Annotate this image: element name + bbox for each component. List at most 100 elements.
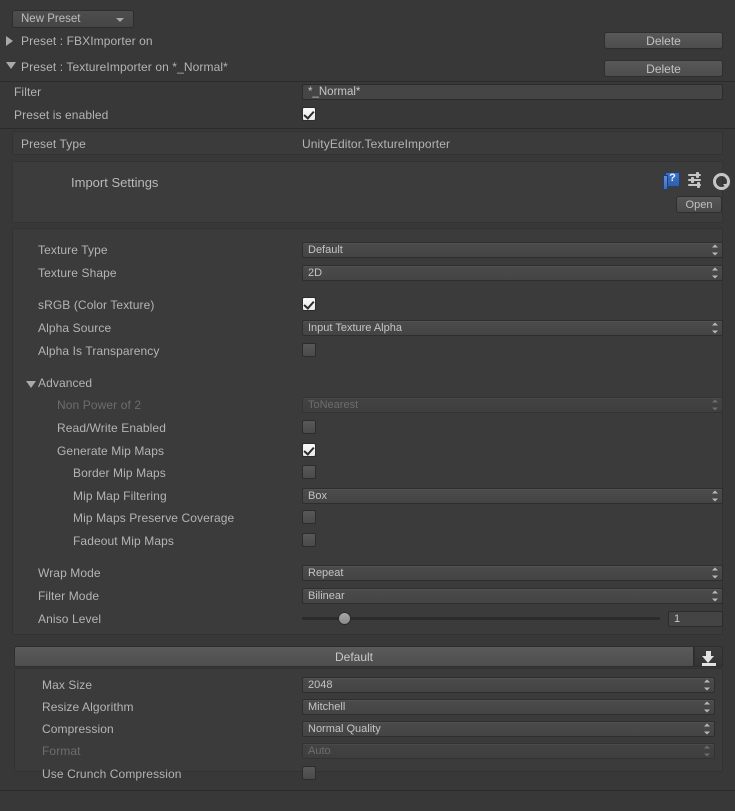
import-settings-title: Import Settings [71, 175, 158, 190]
advanced-label: Advanced [38, 376, 92, 390]
alpha-is-transparency-checkbox[interactable] [302, 343, 316, 357]
resize-algorithm-dropdown[interactable]: Mitchell [302, 699, 715, 715]
texture-type-value: Default [308, 244, 343, 256]
non-power-of-2-value: ToNearest [308, 399, 358, 411]
preset-type-value-row: UnityEditor.TextureImporter [302, 137, 450, 151]
filter-value: *_Normal* [308, 86, 360, 98]
srgb-row: sRGB (Color Texture) [38, 298, 154, 312]
wrap-mode-value: Repeat [308, 567, 343, 579]
mip-map-filtering-value: Box [308, 490, 327, 502]
preset-type-row: Preset Type [21, 137, 86, 151]
filter-mode-dropdown[interactable]: Bilinear [302, 588, 723, 604]
stepper-icon [711, 568, 718, 579]
compression-value: Normal Quality [308, 723, 381, 735]
stepper-icon [703, 724, 710, 735]
platform-tab-default[interactable]: Default [14, 646, 694, 667]
stepper-icon [703, 680, 710, 691]
texture-shape-dropdown[interactable]: 2D [302, 265, 723, 281]
texture-shape-value: 2D [308, 267, 322, 279]
stepper-icon [711, 268, 718, 279]
mip-maps-preserve-coverage-row: Mip Maps Preserve Coverage [73, 511, 234, 525]
alpha-is-transparency-label: Alpha Is Transparency [38, 344, 160, 358]
preset-enabled-row: Preset is enabled [14, 108, 108, 122]
preset-enabled-checkbox[interactable] [302, 107, 316, 121]
divider [0, 790, 735, 791]
generate-mip-maps-label: Generate Mip Maps [57, 444, 164, 458]
texture-type-dropdown[interactable]: Default [302, 242, 723, 258]
aniso-level-slider-track[interactable] [302, 617, 660, 620]
preset-row-1[interactable]: Preset : TextureImporter on *_Normal* [21, 60, 228, 74]
alpha-source-row: Alpha Source [38, 321, 111, 335]
use-crunch-compression-checkbox[interactable] [302, 766, 316, 780]
format-value: Auto [308, 745, 331, 757]
max-size-row: Max Size [42, 678, 92, 692]
max-size-label: Max Size [42, 678, 92, 692]
resize-algorithm-row: Resize Algorithm [42, 700, 134, 714]
help-book-icon[interactable] [665, 172, 680, 187]
texture-type-label: Texture Type [38, 243, 108, 257]
filter-label: Filter [14, 85, 41, 99]
gear-icon[interactable] [712, 172, 726, 186]
delete-button-0[interactable]: Delete [604, 32, 723, 49]
non-power-of-2-row: Non Power of 2 [57, 398, 141, 412]
srgb-checkbox[interactable] [302, 297, 316, 311]
open-button-label: Open [686, 199, 713, 211]
divider [0, 128, 735, 129]
compression-label: Compression [42, 722, 114, 736]
filter-input[interactable]: *_Normal* [302, 84, 723, 100]
stepper-icon [703, 746, 710, 757]
compression-row: Compression [42, 722, 114, 736]
advanced-foldout-icon[interactable] [26, 381, 36, 388]
format-dropdown: Auto [302, 743, 715, 759]
generate-mip-maps-row: Generate Mip Maps [57, 444, 164, 458]
preset-row-0[interactable]: Preset : FBXImporter on [21, 34, 153, 48]
non-power-of-2-label: Non Power of 2 [57, 398, 141, 412]
border-mip-maps-label: Border Mip Maps [73, 466, 166, 480]
border-mip-maps-checkbox[interactable] [302, 465, 316, 479]
preset-foldout-1-icon[interactable] [6, 62, 16, 69]
wrap-mode-label: Wrap Mode [38, 566, 101, 580]
mip-map-filtering-row: Mip Map Filtering [73, 489, 167, 503]
advanced-foldout[interactable]: Advanced [38, 376, 92, 390]
mip-maps-preserve-coverage-checkbox[interactable] [302, 510, 316, 524]
fadeout-mip-maps-label: Fadeout Mip Maps [73, 534, 174, 548]
generate-mip-maps-checkbox[interactable] [302, 443, 316, 457]
max-size-dropdown[interactable]: 2048 [302, 677, 715, 693]
preset-row-1-label: Preset : TextureImporter on *_Normal* [21, 60, 228, 74]
alpha-is-transparency-row: Alpha Is Transparency [38, 344, 160, 358]
fadeout-mip-maps-checkbox[interactable] [302, 533, 316, 547]
download-icon[interactable] [694, 646, 723, 667]
stepper-icon [711, 400, 718, 411]
mip-map-filtering-dropdown[interactable]: Box [302, 488, 723, 504]
alpha-source-label: Alpha Source [38, 321, 111, 335]
format-row: Format [42, 744, 81, 758]
open-button[interactable]: Open [676, 196, 722, 213]
preset-inspector-window: New Preset Preset : FBXImporter on Delet… [0, 0, 735, 811]
border-mip-maps-row: Border Mip Maps [73, 466, 166, 480]
stepper-icon [711, 245, 718, 256]
new-preset-label: New Preset [21, 13, 80, 25]
new-preset-dropdown[interactable]: New Preset [12, 10, 134, 28]
divider [0, 81, 735, 82]
preset-sliders-icon[interactable] [688, 172, 704, 187]
delete-button-1[interactable]: Delete [604, 60, 723, 77]
mip-maps-preserve-coverage-label: Mip Maps Preserve Coverage [73, 511, 234, 525]
aniso-level-label: Aniso Level [38, 612, 101, 626]
compression-dropdown[interactable]: Normal Quality [302, 721, 715, 737]
aniso-level-row: Aniso Level [38, 612, 101, 626]
delete-button-0-label: Delete [646, 34, 681, 48]
texture-type-row: Texture Type [38, 243, 108, 257]
stepper-icon [711, 591, 718, 602]
chevron-down-icon [116, 18, 124, 22]
preset-foldout-0-icon[interactable] [6, 36, 13, 46]
platform-tab-label: Default [335, 650, 373, 664]
read-write-enabled-label: Read/Write Enabled [57, 421, 166, 435]
filter-mode-row: Filter Mode [38, 589, 99, 603]
aniso-level-input[interactable]: 1 [668, 611, 723, 627]
read-write-enabled-checkbox[interactable] [302, 420, 316, 434]
stepper-icon [711, 491, 718, 502]
stepper-icon [703, 702, 710, 713]
format-label: Format [42, 744, 81, 758]
alpha-source-dropdown[interactable]: Input Texture Alpha [302, 320, 723, 336]
wrap-mode-dropdown[interactable]: Repeat [302, 565, 723, 581]
